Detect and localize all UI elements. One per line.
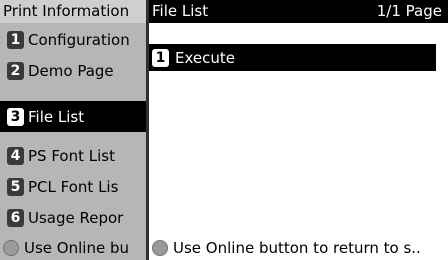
left-panel-title: Print Information: [0, 0, 146, 23]
menu-item-number: 6: [7, 208, 24, 227]
menu-item-usage-report[interactable]: 6 Usage Repor: [0, 202, 146, 233]
menu-item-label: File List: [28, 107, 85, 126]
menu-item-file-list[interactable]: 3 File List: [0, 101, 146, 132]
right-footer-hint: Use Online button to return to s..: [149, 236, 448, 260]
menu-item-configuration[interactable]: 1 Configuration: [0, 24, 146, 55]
menu-item-label: Usage Repor: [28, 208, 124, 227]
menu-item-number: 4: [7, 146, 24, 165]
page-indicator: 1/1 Page: [376, 2, 442, 20]
left-menu-panel: Print Information 1 Configuration 2 Demo…: [0, 0, 146, 260]
right-panel-header: File List 1/1 Page: [149, 0, 448, 23]
left-footer-text: Use Online bu: [24, 239, 129, 257]
menu-item-label: PS Font List: [28, 146, 115, 165]
right-content-panel: File List 1/1 Page 1 Execute Use Online …: [149, 0, 448, 260]
circle-button-icon: [152, 240, 168, 256]
execute-item-label: Execute: [175, 48, 235, 67]
left-footer-hint: Use Online bu: [0, 236, 146, 260]
menu-item-demo-page[interactable]: 2 Demo Page: [0, 55, 146, 86]
menu-item-label: Configuration: [28, 30, 130, 49]
menu-item-ps-font-list[interactable]: 4 PS Font List: [0, 140, 146, 171]
menu-item-number: 2: [7, 61, 24, 80]
execute-item[interactable]: 1 Execute: [149, 44, 436, 71]
menu-item-pcl-font-list[interactable]: 5 PCL Font Lis: [0, 171, 146, 202]
menu-item-number: 1: [7, 30, 24, 49]
right-panel-title: File List: [152, 2, 209, 20]
execute-item-number: 1: [152, 48, 169, 67]
menu-item-label: Demo Page: [28, 61, 114, 80]
right-footer-text: Use Online button to return to s..: [173, 239, 421, 257]
menu-item-label: PCL Font Lis: [28, 177, 119, 196]
circle-button-icon: [3, 240, 19, 256]
menu-item-number: 5: [7, 177, 24, 196]
menu-item-number: 3: [7, 107, 24, 126]
